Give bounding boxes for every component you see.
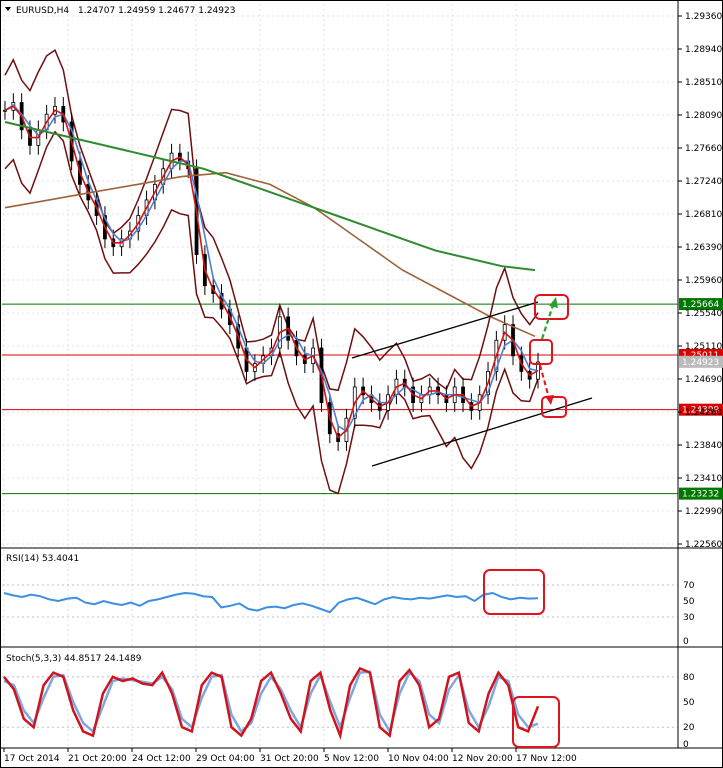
time-tick-label: 29 Oct 04:00: [196, 754, 255, 764]
price-tick-label: 1.23410: [685, 474, 722, 484]
price-tick-label: 1.25540: [685, 309, 722, 319]
rsi-tick-label: 50: [683, 597, 695, 607]
time-tick-label: 31 Oct 20:00: [260, 754, 319, 764]
price-tick-label: 1.25110: [685, 342, 722, 352]
price-tick-label: 1.25960: [685, 276, 722, 286]
price-tick-label: 1.22990: [685, 507, 722, 517]
time-tick-label: 17 Nov 12:00: [516, 754, 577, 764]
time-tick-label: 5 Nov 12:00: [324, 754, 379, 764]
price-tick-label: 1.28090: [685, 111, 722, 121]
price-tick-label: 1.24260: [685, 408, 722, 418]
price-tick-label: 1.26390: [685, 243, 722, 253]
price-tick-label: 1.22560: [685, 540, 722, 550]
time-tick-label: 24 Oct 12:00: [132, 754, 191, 764]
ohlc-readout: 1.24707 1.24959 1.24677 1.24923: [78, 6, 235, 16]
stoch-tick-label: 50: [683, 698, 695, 708]
stoch-title: Stoch(5,3,3) 44.8517 24.1489: [6, 654, 142, 664]
chart-canvas: 1.256641.250111.249231.243091.23232 7050…: [0, 0, 723, 768]
rsi-tick-label: 30: [683, 613, 695, 623]
symbol-label: EURUSD,H4: [16, 6, 69, 16]
price-tick-label: 1.26810: [685, 210, 722, 220]
chart-window: 1.256641.250111.249231.243091.23232 7050…: [0, 0, 723, 768]
price-tick-label: 1.28940: [685, 45, 722, 55]
chart-frame: [0, 0, 723, 768]
time-tick-label: 12 Nov 20:00: [452, 754, 513, 764]
price-tick-label: 1.28510: [685, 78, 722, 88]
time-tick-label: 10 Nov 04:00: [388, 754, 449, 764]
level-tag-label: 1.24923: [682, 358, 719, 368]
rsi-tick-label: 0: [683, 637, 689, 647]
time-tick-label: 17 Oct 2014: [4, 754, 60, 764]
rsi-tick-label: 70: [683, 581, 695, 591]
price-tick-label: 1.23840: [685, 441, 722, 451]
price-tick-label: 1.24690: [685, 375, 722, 385]
stoch-tick-label: 20: [683, 723, 695, 733]
price-tick-label: 1.27660: [685, 144, 722, 154]
price-tick-label: 1.27240: [685, 177, 722, 187]
time-tick-label: 21 Oct 20:00: [68, 754, 127, 764]
price-tick-label: 1.29360: [685, 12, 722, 22]
level-tag-label: 1.23232: [682, 490, 719, 500]
rsi-title: RSI(14) 53.4041: [6, 554, 79, 564]
stoch-tick-label: 80: [683, 673, 695, 683]
